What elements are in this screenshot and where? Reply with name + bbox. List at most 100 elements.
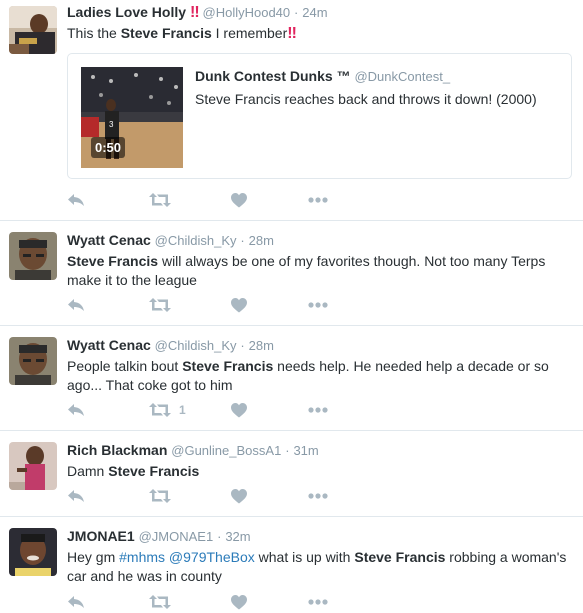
- more-icon: [308, 197, 328, 203]
- tweet[interactable]: Ladies Love Holly ‼ @HollyHood40 · 24m T…: [0, 0, 583, 221]
- tweet-feed: Ladies Love Holly ‼ @HollyHood40 · 24m T…: [0, 0, 583, 613]
- separator: ·: [217, 529, 222, 544]
- text-segment-bold: Steve Francis: [67, 253, 159, 269]
- like-button[interactable]: [231, 593, 247, 611]
- text-segment: Hey gm: [67, 549, 120, 565]
- user-name[interactable]: Ladies Love Holly: [67, 4, 186, 20]
- more-button[interactable]: [308, 487, 328, 505]
- tweet-text: People talkin bout Steve Francis needs h…: [67, 357, 573, 395]
- more-icon: [308, 599, 328, 605]
- like-button[interactable]: [231, 191, 247, 209]
- reply-button[interactable]: [67, 296, 85, 314]
- more-icon: [308, 302, 328, 308]
- tweet[interactable]: Rich Blackman @Gunline_BossA1 · 31m Damn…: [0, 431, 583, 517]
- hashtag-link[interactable]: #mhms: [119, 549, 165, 565]
- retweet-icon: [149, 403, 171, 417]
- like-button[interactable]: [231, 401, 247, 419]
- separator: ·: [285, 443, 290, 458]
- text-segment-bold: Steve Francis: [182, 358, 274, 374]
- tweet[interactable]: JMONAE1 @JMONAE1 · 32m Hey gm #mhms @979…: [0, 517, 583, 613]
- tweet-header: Wyatt Cenac @Childish_Ky · 28m: [67, 231, 573, 250]
- more-icon: [308, 493, 328, 499]
- reply-icon: [68, 596, 84, 608]
- tweet-header: JMONAE1 @JMONAE1 · 32m: [67, 527, 573, 546]
- reply-icon: [68, 404, 84, 416]
- retweet-button[interactable]: [149, 593, 179, 611]
- retweet-button[interactable]: [149, 296, 179, 314]
- reply-button[interactable]: [67, 487, 85, 505]
- heart-icon: [231, 594, 247, 609]
- more-button[interactable]: [308, 593, 328, 611]
- separator: ·: [240, 233, 245, 248]
- tweet-text: Steve Francis will always be one of my f…: [67, 252, 573, 290]
- video-thumbnail[interactable]: 3 0:50: [81, 67, 183, 168]
- retweet-icon: [149, 595, 171, 609]
- user-name[interactable]: Wyatt Cenac: [67, 337, 151, 353]
- heart-icon: [231, 488, 247, 503]
- tweet-header: Rich Blackman @Gunline_BossA1 · 31m: [67, 441, 573, 460]
- retweet-icon: [149, 489, 171, 503]
- reply-icon: [68, 194, 84, 206]
- more-button[interactable]: [308, 401, 328, 419]
- like-button[interactable]: [231, 296, 247, 314]
- timestamp[interactable]: 24m: [302, 5, 327, 20]
- reply-button[interactable]: [67, 593, 85, 611]
- reply-button[interactable]: [67, 191, 85, 209]
- card-header: Dunk Contest Dunks ™ @DunkContest_: [195, 67, 561, 86]
- text-segment: I remember: [211, 25, 288, 41]
- reply-button[interactable]: [67, 401, 85, 419]
- retweet-button[interactable]: [149, 487, 179, 505]
- user-handle[interactable]: @Childish_Ky: [155, 233, 237, 248]
- user-handle[interactable]: @HollyHood40: [203, 5, 291, 20]
- card-user-handle: @DunkContest_: [354, 69, 451, 84]
- text-segment-emoji: ‼: [287, 25, 297, 42]
- timestamp[interactable]: 28m: [249, 233, 274, 248]
- card-text: Steve Francis reaches back and throws it…: [195, 91, 537, 107]
- tweet-text: This the Steve Francis I remember‼: [67, 24, 573, 43]
- text-segment: what is up with: [254, 549, 355, 565]
- avatar[interactable]: [9, 337, 57, 385]
- reply-icon: [68, 299, 84, 311]
- more-button[interactable]: [308, 191, 328, 209]
- separator: ·: [294, 5, 299, 20]
- user-handle[interactable]: @JMONAE1: [139, 529, 214, 544]
- like-button[interactable]: [231, 487, 247, 505]
- card-user-name: Dunk Contest Dunks ™: [195, 68, 351, 84]
- mention-link[interactable]: @979TheBox: [169, 549, 255, 565]
- quoted-tweet-card[interactable]: 3 0:50 Dunk Contest Dunks ™ @DunkContest…: [67, 53, 572, 179]
- retweet-button[interactable]: 1: [149, 401, 186, 419]
- more-button[interactable]: [308, 296, 328, 314]
- avatar[interactable]: [9, 442, 57, 490]
- user-name[interactable]: Rich Blackman: [67, 442, 167, 458]
- video-duration: 0:50: [91, 137, 126, 158]
- user-handle[interactable]: @Childish_Ky: [155, 338, 237, 353]
- retweet-button[interactable]: [149, 191, 179, 209]
- text-segment-bold: Steve Francis: [354, 549, 446, 565]
- user-handle[interactable]: @Gunline_BossA1: [171, 443, 281, 458]
- reply-icon: [68, 490, 84, 502]
- user-name[interactable]: JMONAE1: [67, 528, 135, 544]
- tweet-text: Damn Steve Francis: [67, 462, 573, 481]
- heart-icon: [231, 192, 247, 207]
- tweet-text: Hey gm #mhms @979TheBox what is up with …: [67, 548, 573, 586]
- svg-text:3: 3: [109, 120, 114, 129]
- text-segment: Damn: [67, 463, 109, 479]
- timestamp[interactable]: 28m: [249, 338, 274, 353]
- user-name[interactable]: Wyatt Cenac: [67, 232, 151, 248]
- tweet[interactable]: Wyatt Cenac @Childish_Ky · 28m People ta…: [0, 326, 583, 431]
- avatar[interactable]: [9, 6, 57, 54]
- name-badge: ‼: [189, 4, 200, 21]
- avatar[interactable]: [9, 232, 57, 280]
- text-segment-bold: Steve Francis: [120, 25, 212, 41]
- text-segment: People talkin bout: [67, 358, 183, 374]
- retweet-icon: [149, 298, 171, 312]
- heart-icon: [231, 297, 247, 312]
- timestamp[interactable]: 31m: [293, 443, 318, 458]
- more-icon: [308, 407, 328, 413]
- avatar[interactable]: [9, 528, 57, 576]
- card-body: Dunk Contest Dunks ™ @DunkContest_ Steve…: [195, 67, 561, 108]
- tweet[interactable]: Wyatt Cenac @Childish_Ky · 28m Steve Fra…: [0, 221, 583, 326]
- retweet-icon: [149, 193, 171, 207]
- timestamp[interactable]: 32m: [225, 529, 250, 544]
- tweet-header: Ladies Love Holly ‼ @HollyHood40 · 24m: [67, 3, 573, 22]
